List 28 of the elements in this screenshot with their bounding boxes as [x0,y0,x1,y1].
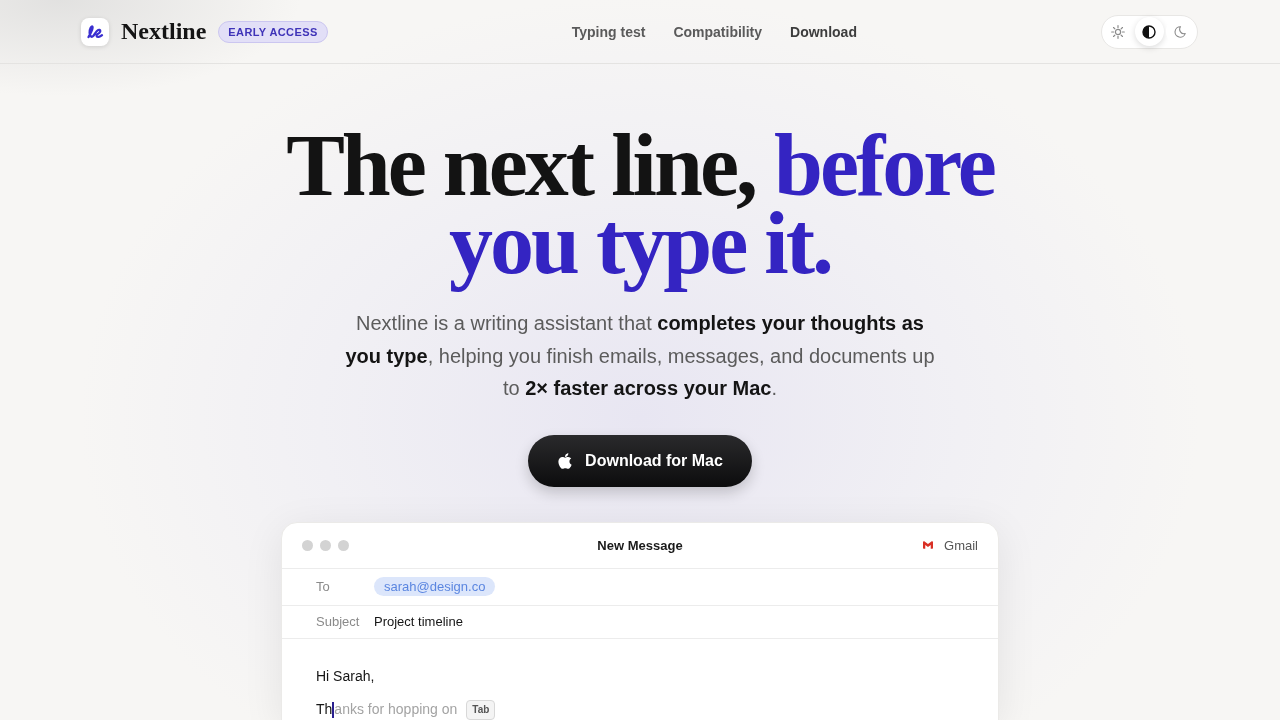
window-control-icon[interactable] [302,539,313,551]
nav-link[interactable]: Typing test [571,23,646,40]
subject-field[interactable]: Project timeline [374,614,463,629]
hero-title: The next line, before you type it. [285,127,996,294]
download-button[interactable]: Download for Mac [528,434,752,487]
nav-link[interactable]: Download [790,23,857,40]
sun-icon [1111,24,1126,39]
tab-key-hint: Tab [466,699,496,720]
nav-link[interactable]: Compatibility [673,23,763,40]
mail-logo-icon [922,540,935,550]
apple-icon [557,451,574,470]
early-access-badge: EARLY ACCESS [218,20,328,43]
to-label: To [316,579,331,594]
half-circle-icon [1142,24,1157,39]
hero-subtitle: Nextline is a writing assistant that completes your thoughts as you type, helping you finish emails, messages, and documents up to 2× faster across your Mac. [344,311,936,401]
window-control-icon[interactable] [320,539,331,551]
greeting-text: Hi Sarah, [316,667,375,685]
moon-icon [1174,25,1187,38]
brand-name[interactable]: Nextline [121,18,207,45]
subject-label: Subject [316,614,361,629]
window-title: New Message [597,537,683,553]
typed-text: Th [316,701,333,718]
theme-option-button[interactable] [1135,17,1164,46]
window-control-icon[interactable] [338,539,349,551]
suggestion-text: anks for hopping on [334,701,458,718]
text-cursor-icon [332,701,335,718]
logo-icon[interactable] [81,17,109,46]
app-name: Gmail [944,537,978,553]
